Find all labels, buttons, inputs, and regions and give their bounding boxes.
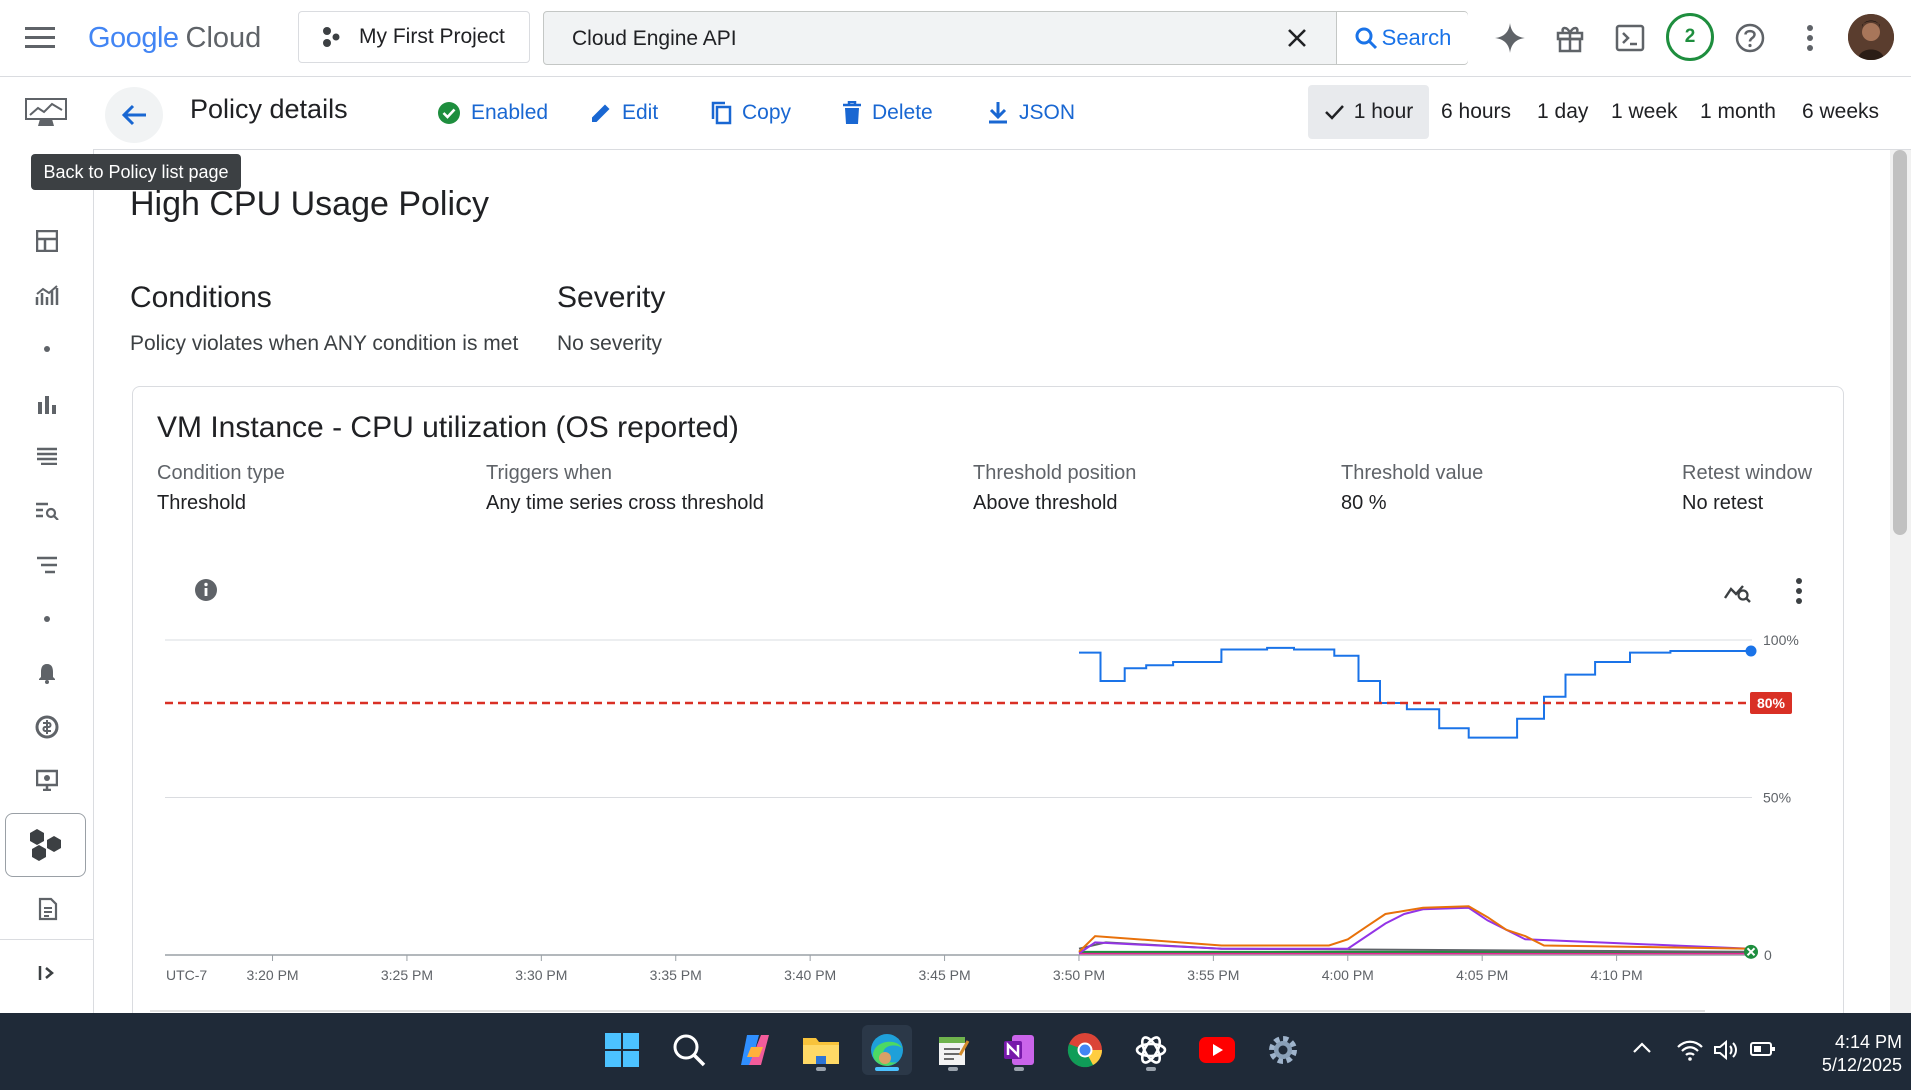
clock[interactable]: 4:14 PM 5/12/2025	[1792, 1031, 1902, 1077]
notepad-icon[interactable]	[928, 1025, 978, 1075]
battery-icon[interactable]	[1750, 1041, 1778, 1061]
x-tick-label: 3:50 PM	[1053, 967, 1105, 983]
running-indicator	[1146, 1067, 1156, 1071]
clock-date: 5/12/2025	[1821, 1055, 1902, 1075]
youtube-icon[interactable]	[1192, 1025, 1242, 1075]
cpu-utilization-chart: 80% 100% 50% 0 UTC-7 3:20 PM 3:25 PM 3:30 PM 3:…	[165, 632, 1799, 983]
wifi-icon[interactable]	[1676, 1039, 1704, 1063]
running-indicator	[1014, 1067, 1024, 1071]
card-bottom-divider	[150, 1010, 1705, 1012]
onenote-icon[interactable]	[994, 1025, 1044, 1075]
x-tick-label: 4:05 PM	[1456, 967, 1508, 983]
x-tick-label: 4:00 PM	[1322, 967, 1374, 983]
y-tick-label: 100%	[1763, 632, 1799, 648]
show-hidden-icons-chevron-icon[interactable]	[1632, 1041, 1654, 1063]
windows-start-icon[interactable]	[597, 1025, 647, 1075]
back-button-tooltip: Back to Policy list page	[31, 154, 241, 190]
volume-icon[interactable]	[1713, 1039, 1741, 1063]
x-tick-label: 3:40 PM	[784, 967, 836, 983]
clock-time: 4:14 PM	[1834, 1032, 1902, 1052]
x-tick-label: 3:25 PM	[381, 967, 433, 983]
x-axis-timezone-label: UTC-7	[166, 967, 207, 983]
x-tick-label: 3:45 PM	[918, 967, 970, 983]
file-explorer-icon[interactable]	[796, 1025, 846, 1075]
active-indicator	[875, 1067, 899, 1071]
x-tick-label: 3:30 PM	[515, 967, 567, 983]
running-indicator	[816, 1067, 826, 1071]
taskbar-search-icon[interactable]	[664, 1025, 714, 1075]
chrome-browser-icon[interactable]	[1060, 1025, 1110, 1075]
threshold-label: 80%	[1757, 695, 1786, 711]
edge-browser-icon[interactable]	[862, 1025, 912, 1075]
page-scrollbar-thumb[interactable]	[1893, 150, 1907, 535]
windows-taskbar: 4:14 PM 5/12/2025	[0, 1013, 1911, 1090]
series-line	[1079, 646, 1751, 739]
y-tick-label: 0	[1764, 947, 1772, 963]
series-end-point	[1745, 645, 1757, 657]
running-indicator	[948, 1067, 958, 1071]
x-tick-label: 3:55 PM	[1187, 967, 1239, 983]
settings-gear-icon[interactable]	[1258, 1025, 1308, 1075]
copilot-icon[interactable]	[730, 1025, 780, 1075]
x-tick-label: 3:20 PM	[246, 967, 298, 983]
x-tick-label: 3:35 PM	[650, 967, 702, 983]
x-tick-label: 4:10 PM	[1591, 967, 1643, 983]
chatgpt-icon[interactable]	[1126, 1025, 1176, 1075]
y-tick-label: 50%	[1763, 790, 1791, 806]
